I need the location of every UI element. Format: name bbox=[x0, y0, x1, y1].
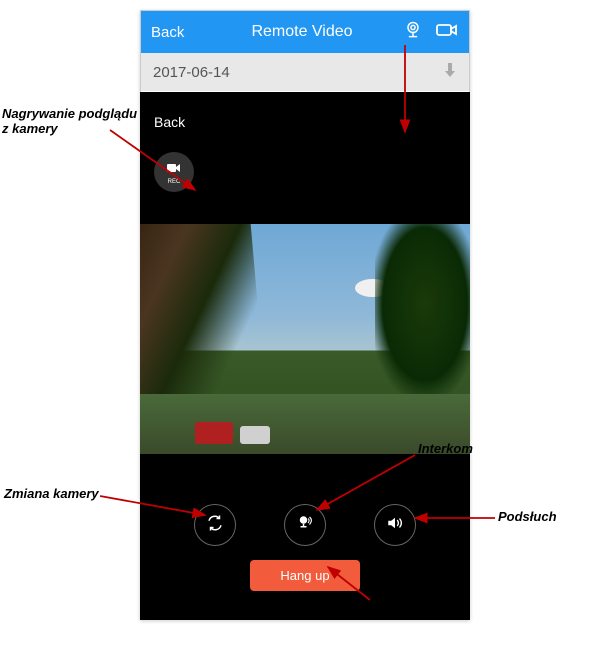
header-icon-group bbox=[403, 20, 459, 44]
switch-camera-button[interactable] bbox=[194, 504, 236, 546]
spacer bbox=[140, 454, 470, 490]
rec-area: REC bbox=[140, 152, 470, 224]
webcam-icon[interactable] bbox=[403, 20, 423, 44]
overlay-back-button[interactable]: Back bbox=[154, 114, 185, 130]
app-header: Back Remote Video bbox=[141, 11, 469, 53]
overlay-top-bar: Back bbox=[140, 92, 470, 152]
hangup-row: Hang up bbox=[140, 560, 470, 620]
page-title: Remote Video bbox=[201, 23, 403, 41]
preview-image bbox=[240, 426, 270, 444]
date-text: 2017-06-14 bbox=[153, 64, 230, 81]
annotation-end: Zakończenie bbox=[340, 602, 418, 617]
listen-button[interactable] bbox=[374, 504, 416, 546]
intercom-button[interactable] bbox=[284, 504, 326, 546]
mic-icon bbox=[296, 514, 314, 537]
camcorder-icon bbox=[167, 160, 181, 178]
preview-image bbox=[375, 224, 470, 394]
speaker-icon bbox=[386, 514, 404, 537]
hangup-button[interactable]: Hang up bbox=[250, 560, 359, 591]
annotation-listen: Podsłuch bbox=[498, 509, 557, 524]
header-back-button[interactable]: Back bbox=[151, 24, 201, 41]
record-button[interactable]: REC bbox=[154, 152, 194, 192]
preview-image bbox=[195, 422, 233, 444]
dropdown-arrow-icon[interactable] bbox=[443, 61, 457, 83]
annotation-intercom: Interkom bbox=[418, 441, 473, 456]
annotation-switch: Zmiana kamery bbox=[4, 486, 99, 501]
switch-icon bbox=[206, 514, 224, 537]
video-camera-icon[interactable] bbox=[435, 20, 459, 44]
date-bar: 2017-06-14 bbox=[141, 53, 469, 91]
rec-label: REC bbox=[168, 179, 181, 185]
annotation-rec: Nagrywanie podglądu z kamery bbox=[2, 106, 137, 136]
live-view-overlay: Back REC bbox=[140, 92, 470, 620]
video-preview bbox=[140, 224, 470, 454]
control-row bbox=[140, 490, 470, 560]
